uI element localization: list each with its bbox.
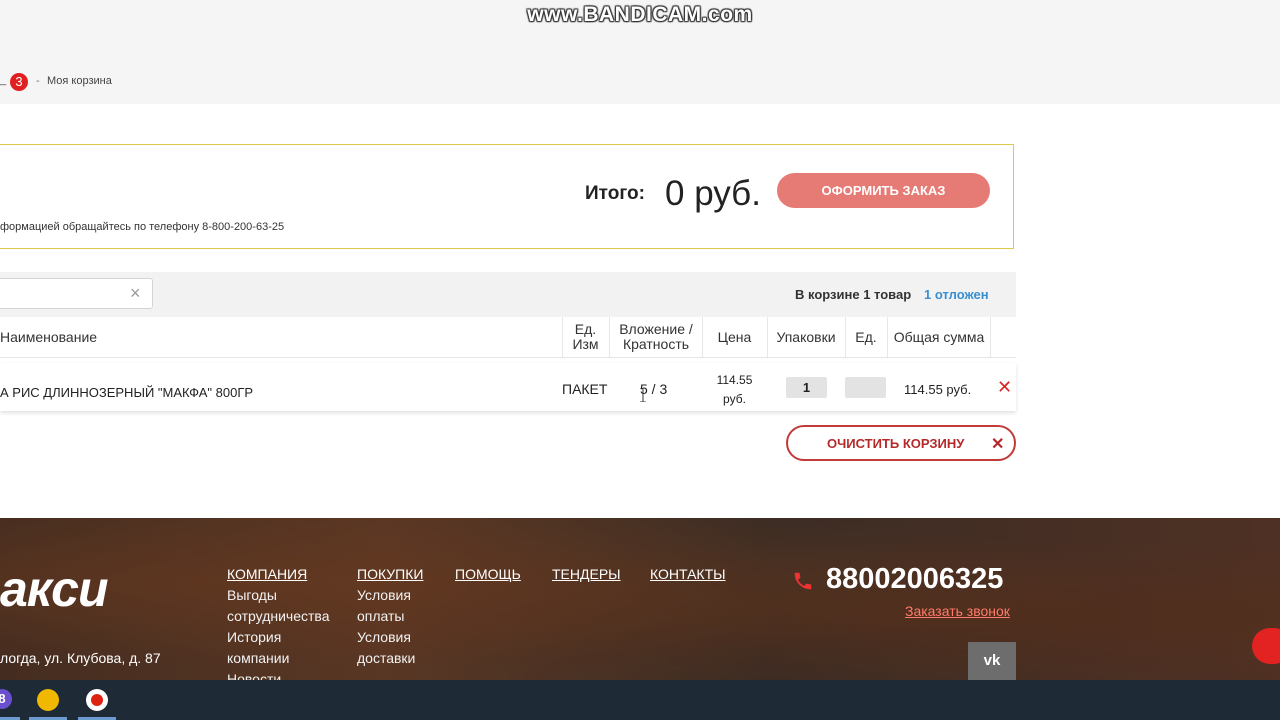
column-price[interactable]: Цена — [703, 317, 766, 357]
footer-nav-help[interactable]: ПОМОЩЬ — [455, 566, 521, 582]
footer-nav-contacts[interactable]: КОНТАКТЫ — [650, 566, 726, 582]
footer-nav-item[interactable]: История — [227, 629, 281, 645]
cart-search-input[interactable] — [0, 279, 137, 307]
clear-search-icon[interactable]: × — [130, 284, 141, 302]
cart-count-label: В корзине 1 товар — [795, 287, 912, 302]
footer-address: логда, ул. Клубова, д. 87 — [0, 650, 161, 666]
column-name[interactable]: Наименование — [0, 317, 560, 357]
footer-logo[interactable]: акси — [0, 560, 108, 618]
footer-nav-item[interactable]: Условия — [357, 629, 411, 645]
clear-cart-label: ОЧИСТИТЬ КОРЗИНУ — [827, 436, 965, 451]
deferred-items-link[interactable]: 1 отложен — [924, 287, 989, 302]
footer-overlay — [0, 518, 1280, 680]
item-name[interactable]: А РИС ДЛИННОЗЕРНЫЙ "МАКФА" 800ГР — [0, 385, 253, 400]
total-value: 0 руб. — [665, 174, 761, 213]
footer-phone-number[interactable]: 88002006325 — [826, 563, 1003, 596]
footer-nav-company[interactable]: КОМПАНИЯ — [227, 566, 307, 582]
footer-nav-tenders[interactable]: ТЕНДЕРЫ — [552, 566, 621, 582]
item-price-number: 114.55 — [716, 373, 753, 387]
column-packages[interactable]: Упаковки — [768, 317, 844, 357]
request-callback-link[interactable]: Заказать звонок — [905, 603, 1010, 619]
text-cursor-icon — [640, 388, 646, 402]
footer-nav-item[interactable]: оплаты — [357, 608, 405, 624]
footer-nav-item[interactable]: сотрудничества — [227, 608, 330, 624]
recording-watermark: www.BANDICAM.com — [527, 3, 753, 26]
footer-nav-item[interactable]: Условия — [357, 587, 411, 603]
column-units[interactable]: Ед. — [846, 317, 886, 357]
item-total: 114.55 руб. — [904, 382, 972, 397]
breadcrumb-lead[interactable]: _ — [0, 74, 6, 86]
total-label: Итого: — [585, 183, 645, 204]
os-taskbar — [0, 680, 1280, 720]
record-icon[interactable] — [86, 689, 108, 711]
footer-nav-item[interactable]: Выгоды — [227, 587, 277, 603]
footer-nav-item[interactable]: доставки — [357, 650, 415, 666]
footer-nav-purchases[interactable]: ПОКУПКИ — [357, 566, 423, 582]
close-icon: ✕ — [991, 436, 1005, 453]
place-order-button[interactable]: ОФОРМИТЬ ЗАКАЗ — [777, 173, 990, 208]
breadcrumb-badge[interactable]: 3 — [10, 73, 28, 91]
item-price: 114.55 руб. — [703, 371, 766, 409]
units-input[interactable] — [845, 377, 886, 398]
vk-icon[interactable]: vk — [968, 642, 1016, 680]
phone-icon — [794, 572, 812, 590]
remove-item-icon[interactable]: ✕ — [997, 378, 1012, 396]
breadcrumb-separator: - — [36, 75, 40, 87]
item-unit: ПАКЕТ — [562, 381, 608, 397]
column-divider — [990, 317, 991, 357]
footer-nav-item[interactable]: компании — [227, 650, 289, 666]
chat-widget-button[interactable] — [1252, 628, 1280, 664]
column-unit[interactable]: Ед. Изм — [563, 317, 608, 357]
packages-input[interactable]: 1 — [786, 377, 827, 398]
breadcrumb-current: Моя корзина — [47, 75, 112, 87]
column-pack[interactable]: Вложение /Кратность — [610, 317, 702, 357]
phone-info-note: формацией обращайтесь по телефону 8-800-… — [0, 221, 285, 233]
item-price-currency: руб. — [723, 392, 746, 406]
clear-cart-button[interactable]: ОЧИСТИТЬ КОРЗИНУ ✕ — [786, 425, 1016, 461]
column-total[interactable]: Общая сумма — [888, 317, 990, 357]
media-player-icon[interactable] — [37, 689, 59, 711]
